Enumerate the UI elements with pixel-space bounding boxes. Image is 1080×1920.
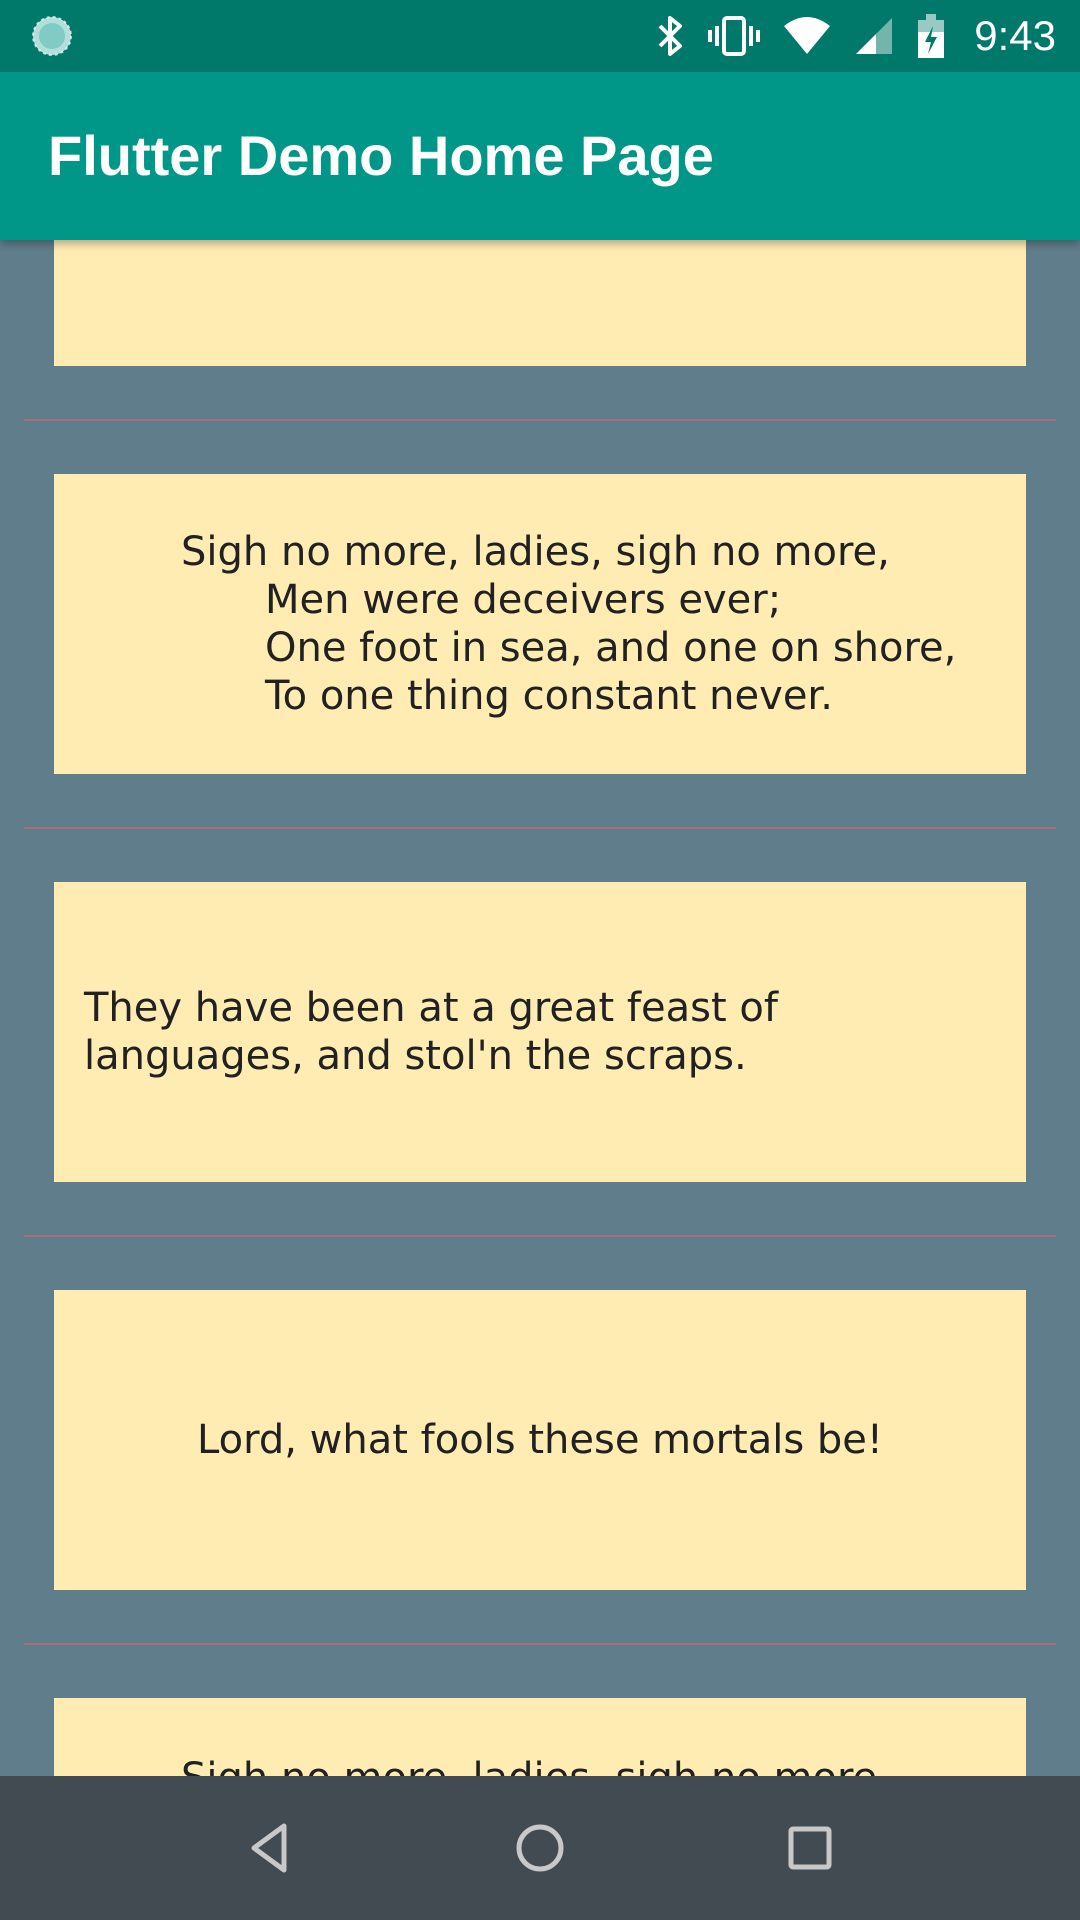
vibrate-icon — [708, 16, 761, 56]
poem-line: To one thing constant never. — [265, 673, 833, 719]
list-item: Lord, what fools these mortals be! — [54, 1290, 1026, 1590]
list-divider — [24, 1235, 1056, 1237]
wifi-icon — [784, 17, 831, 54]
poem-line: One foot in sea, and one on shore, — [265, 625, 957, 671]
poem-text: Sigh no more, ladies, sigh no more, — [181, 1754, 890, 1776]
back-icon[interactable] — [238, 1816, 302, 1880]
list-item: They have been at a great feast of langu… — [54, 882, 1026, 1182]
list-divider — [24, 1643, 1056, 1645]
status-bar: 9:43 — [0, 0, 1080, 72]
home-icon[interactable] — [508, 1816, 572, 1880]
list-item: Sigh no more, ladies, sigh no more, — [54, 1698, 1026, 1776]
list-item: Sigh no more, ladies, sigh no more, Men … — [54, 474, 1026, 774]
list-divider — [24, 419, 1056, 421]
poem-line: Men were deceivers ever; — [265, 577, 782, 623]
page-title: Flutter Demo Home Page — [48, 124, 714, 187]
card-list[interactable]: Sigh no more, ladies, sigh no more, Men … — [0, 240, 1080, 1776]
navigation-bar — [0, 1776, 1080, 1920]
loading-spinner-icon — [32, 16, 72, 56]
app-bar: Flutter Demo Home Page — [0, 72, 1080, 240]
status-time: 9:43 — [974, 12, 1056, 59]
prose-text: They have been at a great feast of langu… — [84, 985, 778, 1079]
poem-text: Sigh no more, ladies, sigh no more, Men … — [181, 528, 956, 720]
battery-charging-icon — [918, 14, 945, 58]
poem-line: Sigh no more, ladies, sigh no more, — [181, 529, 890, 575]
list-item — [54, 240, 1026, 366]
centered-text: Lord, what fools these mortals be! — [197, 1417, 883, 1463]
list-divider — [24, 827, 1056, 829]
cell-signal-icon — [856, 18, 893, 54]
bluetooth-icon — [658, 16, 683, 56]
recents-icon[interactable] — [778, 1816, 842, 1880]
poem-line: Sigh no more, ladies, sigh no more, — [181, 1754, 890, 1776]
